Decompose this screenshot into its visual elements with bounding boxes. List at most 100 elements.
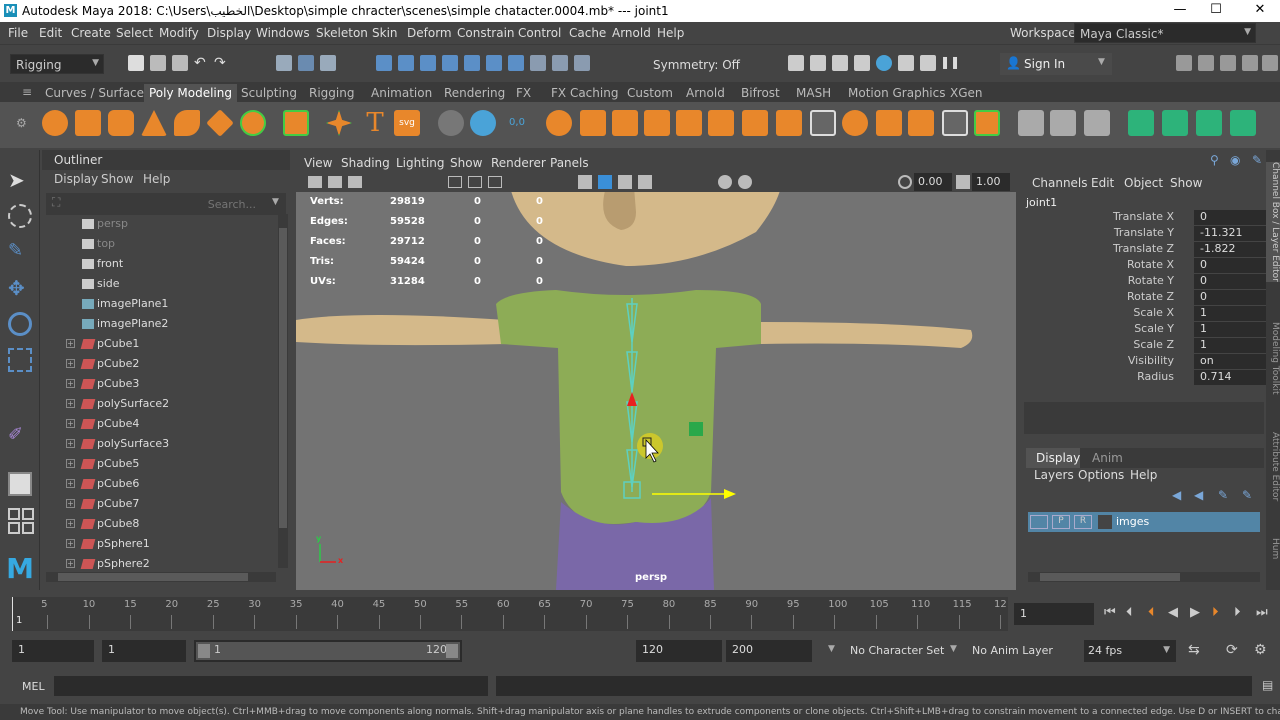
play-backward-icon[interactable]: ◀ [1168, 605, 1178, 620]
new-layer-icon[interactable]: ✎ [1218, 488, 1228, 502]
smooth-icon[interactable] [644, 110, 670, 136]
shelf-tab-arnold[interactable]: Arnold [686, 86, 725, 100]
viewport-menu-shading[interactable]: Shading [341, 156, 390, 170]
viewport-menu-panels[interactable]: Panels [550, 156, 589, 170]
chevron-down-icon[interactable]: ▼ [828, 644, 835, 654]
expand-icon[interactable]: + [66, 339, 75, 348]
select-hierarchy-icon[interactable] [276, 55, 292, 71]
render-view-icon[interactable] [788, 55, 804, 71]
auto-key-icon[interactable]: ⟳ [1226, 642, 1238, 658]
mesh-display-icon[interactable] [1128, 110, 1154, 136]
target-weld-icon[interactable] [942, 110, 968, 136]
camera-icon[interactable] [308, 176, 322, 188]
outliner-item[interactable]: + pCube7 [42, 494, 278, 514]
shelf-tab-poly-modeling[interactable]: Poly Modeling [144, 84, 237, 102]
chevron-down-icon[interactable]: ▼ [950, 644, 957, 654]
character-set-dropdown[interactable]: No Character Set [850, 644, 944, 657]
attribute-editor-icon[interactable] [1198, 55, 1214, 71]
poly-disc-icon[interactable] [240, 110, 266, 136]
viewport-menu-lighting[interactable]: Lighting [396, 156, 445, 170]
snap-curve-icon[interactable] [398, 55, 414, 71]
layer-tab-anim[interactable]: Anim [1092, 451, 1123, 465]
layer-menu-options[interactable]: Options [1078, 468, 1124, 482]
menu-windows[interactable]: Windows [256, 26, 310, 40]
fill-hole-icon[interactable] [842, 110, 868, 136]
menu-select[interactable]: Select [116, 26, 153, 40]
rotate-tool-icon[interactable] [8, 312, 32, 336]
animation-preferences-icon[interactable]: ⚙ [1254, 642, 1267, 658]
extract-icon[interactable] [612, 110, 638, 136]
merge-icon[interactable] [876, 110, 902, 136]
select-object-icon[interactable] [298, 55, 314, 71]
channel-label[interactable]: Radius [1074, 370, 1174, 383]
menu-modify[interactable]: Modify [159, 26, 199, 40]
svg-icon[interactable]: svg [394, 110, 420, 136]
menu-cache[interactable]: Cache [569, 26, 606, 40]
step-forward-frame-icon[interactable]: ⏵ [1234, 605, 1241, 620]
render-sequence-icon[interactable] [920, 55, 936, 71]
shelf-tab-rigging[interactable]: Rigging [309, 86, 354, 100]
outliner-item[interactable]: + polySurface3 [42, 434, 278, 454]
shelf-tab-fx-caching[interactable]: FX Caching [551, 86, 618, 100]
layer-name[interactable]: imges [1116, 515, 1149, 528]
menu-arnold[interactable]: Arnold [612, 26, 651, 40]
menu-skeleton[interactable]: Skeleton [316, 26, 368, 40]
outliner-item[interactable]: top [42, 234, 278, 254]
fps-dropdown[interactable]: 24 fps ▼ [1084, 640, 1176, 662]
menu-create[interactable]: Create [71, 26, 111, 40]
outliner-item[interactable]: + pCube5 [42, 454, 278, 474]
outliner-item[interactable]: persp [42, 214, 278, 234]
channel-label[interactable]: Translate Y [1074, 226, 1174, 239]
move-tool-icon[interactable]: ✥ [8, 276, 32, 300]
resolution-gate-icon[interactable] [488, 176, 502, 188]
menu-file[interactable]: File [8, 26, 28, 40]
perspective-viewport[interactable]: Verts: 29819 0 0 Edges: 59528 0 0 Faces: 29712 0 0 T… [296, 192, 1016, 590]
soften-edge-icon[interactable] [1196, 110, 1222, 136]
insert-edge-loop-icon[interactable] [1018, 110, 1044, 136]
search-input[interactable] [86, 195, 256, 213]
cb-menu-object[interactable]: Object [1124, 176, 1163, 190]
expand-icon[interactable]: + [66, 499, 75, 508]
redo-icon[interactable]: ↷ [214, 55, 230, 71]
shelf-tab-bifrost[interactable]: Bifrost [741, 86, 780, 100]
shelf-tab-custom[interactable]: Custom [627, 86, 673, 100]
expand-icon[interactable]: + [66, 359, 75, 368]
layer-tab-display[interactable]: Display [1026, 448, 1080, 468]
menu-skin[interactable]: Skin [372, 26, 398, 40]
poly-cube-icon[interactable] [75, 110, 101, 136]
shelf-tab-motion-graphics[interactable]: Motion Graphics [848, 86, 946, 100]
channel-label[interactable]: Scale Y [1074, 322, 1174, 335]
sign-in-button[interactable]: 👤 Sign In ▼ [1000, 53, 1112, 75]
channel-box-toggle-icon[interactable] [1242, 55, 1258, 71]
minimize-button[interactable]: — [1160, 2, 1200, 17]
outliner-menu-help[interactable]: Help [143, 172, 170, 186]
anim-layer-dropdown[interactable]: No Anim Layer [972, 644, 1053, 657]
textured-icon[interactable] [638, 175, 652, 189]
layer-row[interactable]: V P R imges [1028, 512, 1260, 532]
arnold-render-icon[interactable] [898, 55, 914, 71]
separate-mesh-icon[interactable] [580, 110, 606, 136]
gamma-icon[interactable] [956, 175, 970, 189]
expand-icon[interactable]: + [66, 479, 75, 488]
persp-outliner-layout-icon[interactable] [8, 522, 20, 534]
sculpt-icon[interactable] [438, 110, 464, 136]
gamma-field[interactable]: 1.00 [972, 173, 1010, 191]
platonic-solid-icon[interactable] [283, 110, 309, 136]
channel-icon[interactable]: ⚲ [1210, 153, 1219, 167]
channel-label[interactable]: Visibility [1074, 354, 1174, 367]
close-button[interactable]: ✕ [1240, 2, 1280, 17]
open-scene-icon[interactable] [150, 55, 166, 71]
new-layer-selected-icon[interactable]: ✎ [1242, 488, 1252, 502]
outliner-item[interactable]: + pCube2 [42, 354, 278, 374]
viewport-menu-show[interactable]: Show [450, 156, 482, 170]
offset-edge-loop-icon[interactable] [1050, 110, 1076, 136]
outliner-item[interactable]: imagePlane2 [42, 314, 278, 334]
expand-icon[interactable]: + [66, 539, 75, 548]
outliner-scrollbar[interactable] [278, 214, 288, 568]
shelf-tab-curves-surfaces[interactable]: Curves / Surfaces [45, 86, 150, 100]
outliner-item[interactable]: + polySurface2 [42, 394, 278, 414]
outliner-item[interactable]: + pCube6 [42, 474, 278, 494]
poly-sphere-icon[interactable] [42, 110, 68, 136]
separate-icon[interactable] [470, 110, 496, 136]
snap-center-icon[interactable] [486, 55, 502, 71]
